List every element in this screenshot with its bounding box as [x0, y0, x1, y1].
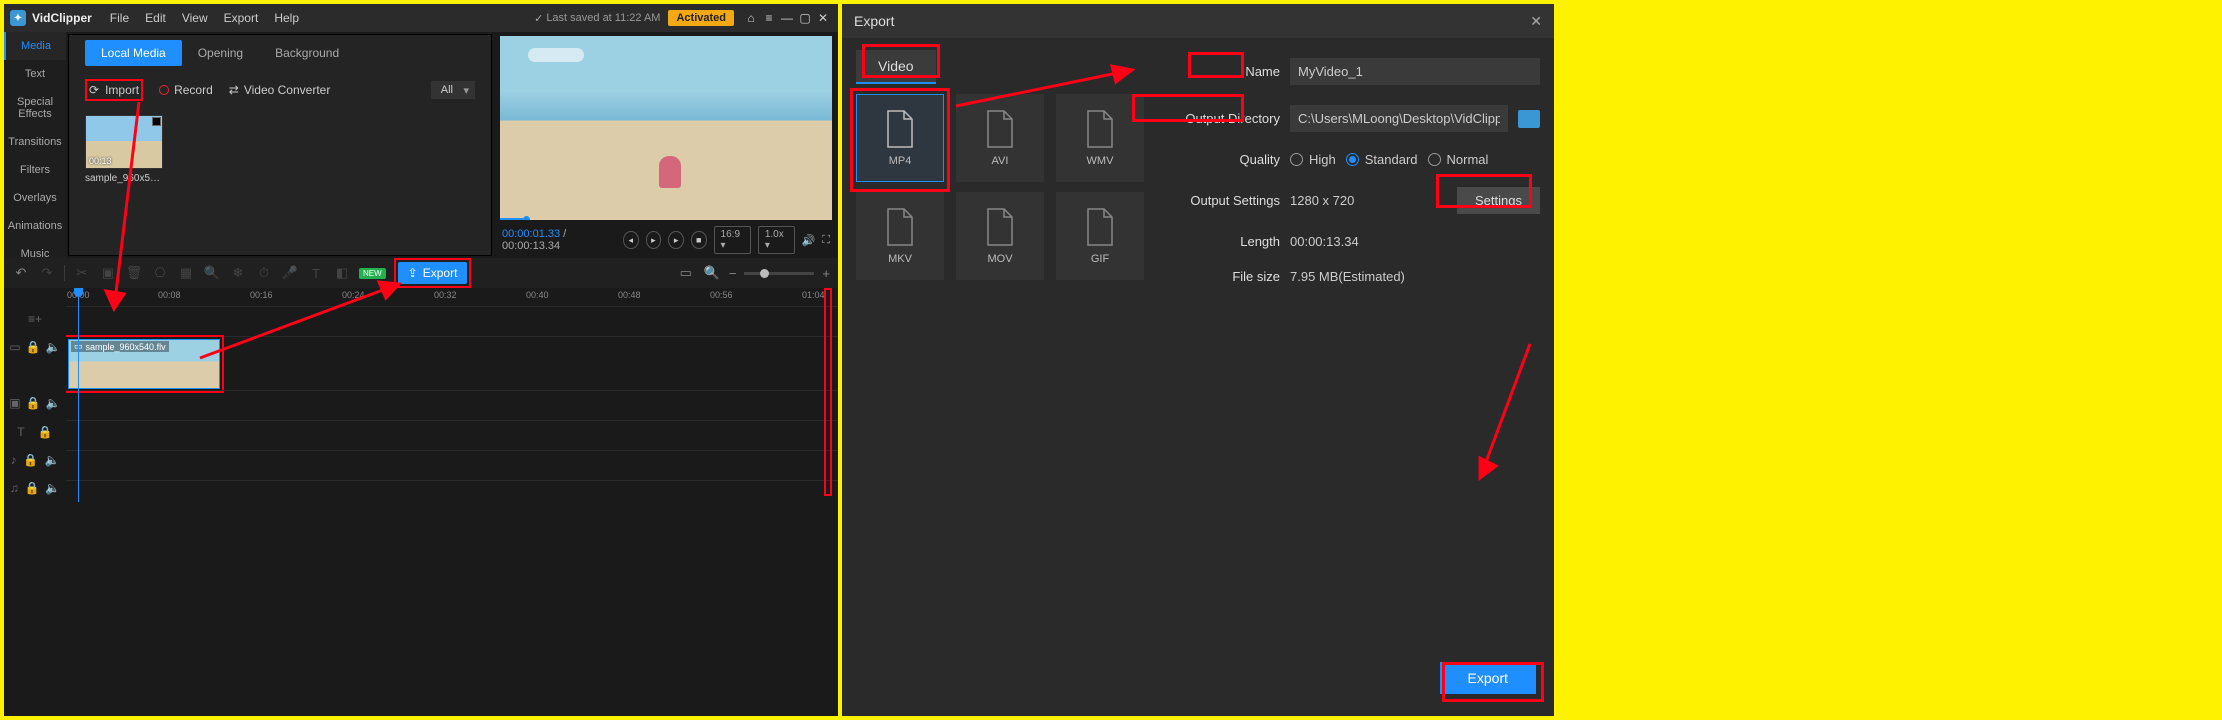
- addtrack-icon[interactable]: ≡+: [28, 312, 42, 326]
- sidenav-media[interactable]: Media: [4, 32, 66, 60]
- menu-view[interactable]: View: [174, 11, 216, 25]
- converter-icon: ⇄: [229, 83, 239, 97]
- maximize-icon[interactable]: ▢: [796, 11, 814, 25]
- zoomout-icon[interactable]: −: [729, 266, 737, 281]
- length-value: 00:00:13.34: [1290, 234, 1540, 249]
- track-lock-icon[interactable]: 🔒: [26, 340, 41, 354]
- name-input[interactable]: [1290, 58, 1540, 85]
- outdir-input[interactable]: [1290, 105, 1508, 132]
- format-mp4[interactable]: MP4: [856, 94, 944, 182]
- label-outset: Output Settings: [1150, 193, 1280, 208]
- autosave-status: ✓Last saved at 11:22 AM: [534, 12, 660, 25]
- app-name: VidClipper: [32, 11, 92, 25]
- playhead[interactable]: [78, 288, 79, 502]
- play-icon[interactable]: ▸: [646, 231, 662, 249]
- format-mov[interactable]: MOV: [956, 192, 1044, 280]
- activated-badge[interactable]: Activated: [668, 10, 734, 26]
- label-length: Length: [1150, 234, 1280, 249]
- track-audio-icon: ♪: [11, 453, 17, 467]
- prev-frame-icon[interactable]: ◂: [623, 231, 639, 249]
- settings-button[interactable]: Settings: [1457, 187, 1540, 214]
- menu-icon[interactable]: ≡: [760, 11, 778, 25]
- sidenav: Media Text Special Effects Transitions F…: [4, 32, 66, 258]
- preview-video[interactable]: [500, 36, 832, 220]
- label-filesize: File size: [1150, 269, 1280, 284]
- label-outdir: Output Directory: [1150, 111, 1280, 126]
- seek-bar[interactable]: [500, 216, 832, 220]
- sidenav-effects[interactable]: Special Effects: [4, 88, 66, 128]
- sidenav-music[interactable]: Music: [4, 240, 66, 268]
- menu-export[interactable]: Export: [216, 11, 267, 25]
- label-name: Name: [1150, 64, 1280, 79]
- menu-edit[interactable]: Edit: [137, 11, 174, 25]
- menu-help[interactable]: Help: [266, 11, 307, 25]
- next-frame-icon[interactable]: ▸: [668, 231, 684, 249]
- dialog-close-icon[interactable]: ✕: [1530, 13, 1542, 30]
- speed-dropdown[interactable]: 1.0x ▾: [758, 226, 795, 254]
- track-mute-icon[interactable]: 🔈: [46, 340, 61, 354]
- export-final-button[interactable]: Export: [1440, 662, 1536, 694]
- sidenav-overlays[interactable]: Overlays: [4, 184, 66, 212]
- fullscreen-icon[interactable]: ⛶: [822, 234, 830, 247]
- tab-local-media[interactable]: Local Media: [85, 40, 182, 66]
- browse-folder-icon[interactable]: [1518, 110, 1540, 128]
- tab-opening[interactable]: Opening: [182, 40, 259, 66]
- sidenav-animations[interactable]: Animations: [4, 212, 66, 240]
- tab-video[interactable]: Video: [856, 50, 936, 84]
- filesize-value: 7.95 MB(Estimated): [1290, 269, 1540, 284]
- zoomin-icon[interactable]: +: [822, 266, 830, 281]
- aspect-dropdown[interactable]: 16:9 ▾: [714, 226, 751, 254]
- filter-dropdown[interactable]: All: [431, 81, 475, 99]
- app-logo: ✦: [10, 10, 26, 26]
- track-overlay-icon: ▣: [9, 396, 20, 410]
- fit-icon[interactable]: ▭: [677, 265, 695, 281]
- preview-panel: 00:00:01.33 / 00:00:13.34 ◂ ▸ ▸ ■ 16:9 ▾…: [494, 32, 838, 258]
- quality-normal[interactable]: Normal: [1428, 152, 1489, 167]
- track-text-icon: T: [17, 425, 24, 439]
- close-icon[interactable]: ✕: [814, 11, 832, 25]
- label-quality: Quality: [1150, 152, 1280, 167]
- dialog-titlebar: Export ✕: [842, 4, 1554, 38]
- minimize-icon[interactable]: ―: [778, 11, 796, 25]
- volume-icon[interactable]: 🔊: [802, 234, 816, 247]
- outset-value: 1280 x 720: [1290, 193, 1447, 208]
- menu-file[interactable]: File: [102, 11, 137, 25]
- export-dialog: Export ✕ Video MP4 AVI WMV MKV MOV GIF N…: [842, 4, 1554, 716]
- cut-icon[interactable]: ✂: [73, 265, 91, 281]
- format-mkv[interactable]: MKV: [856, 192, 944, 280]
- dialog-title: Export: [854, 13, 894, 29]
- tab-background[interactable]: Background: [259, 40, 355, 66]
- zoomreset-icon[interactable]: 🔍: [703, 265, 721, 281]
- track-mic-icon: ♫: [10, 481, 19, 495]
- format-gif[interactable]: GIF: [1056, 192, 1144, 280]
- format-grid: MP4 AVI WMV MKV MOV GIF: [856, 94, 1146, 280]
- sidenav-filters[interactable]: Filters: [4, 156, 66, 184]
- redo-icon[interactable]: ↷: [38, 265, 56, 281]
- home-icon[interactable]: ⌂: [742, 11, 760, 25]
- stop-icon[interactable]: ■: [691, 231, 707, 249]
- new-badge: NEW: [359, 268, 386, 279]
- quality-standard[interactable]: Standard: [1346, 152, 1418, 167]
- timecode: 00:00:01.33 / 00:00:13.34: [502, 228, 609, 252]
- menubar: ✦ VidClipper File Edit View Export Help …: [4, 4, 838, 32]
- undo-icon[interactable]: ↶: [12, 265, 30, 281]
- quality-high[interactable]: High: [1290, 152, 1336, 167]
- video-converter-button[interactable]: ⇄ Video Converter: [229, 83, 331, 97]
- sidenav-transitions[interactable]: Transitions: [4, 128, 66, 156]
- sidenav-text[interactable]: Text: [4, 60, 66, 88]
- zoom-slider[interactable]: [744, 272, 814, 275]
- track-video-icon: ▭: [9, 340, 20, 354]
- editor-window: ✦ VidClipper File Edit View Export Help …: [4, 4, 838, 716]
